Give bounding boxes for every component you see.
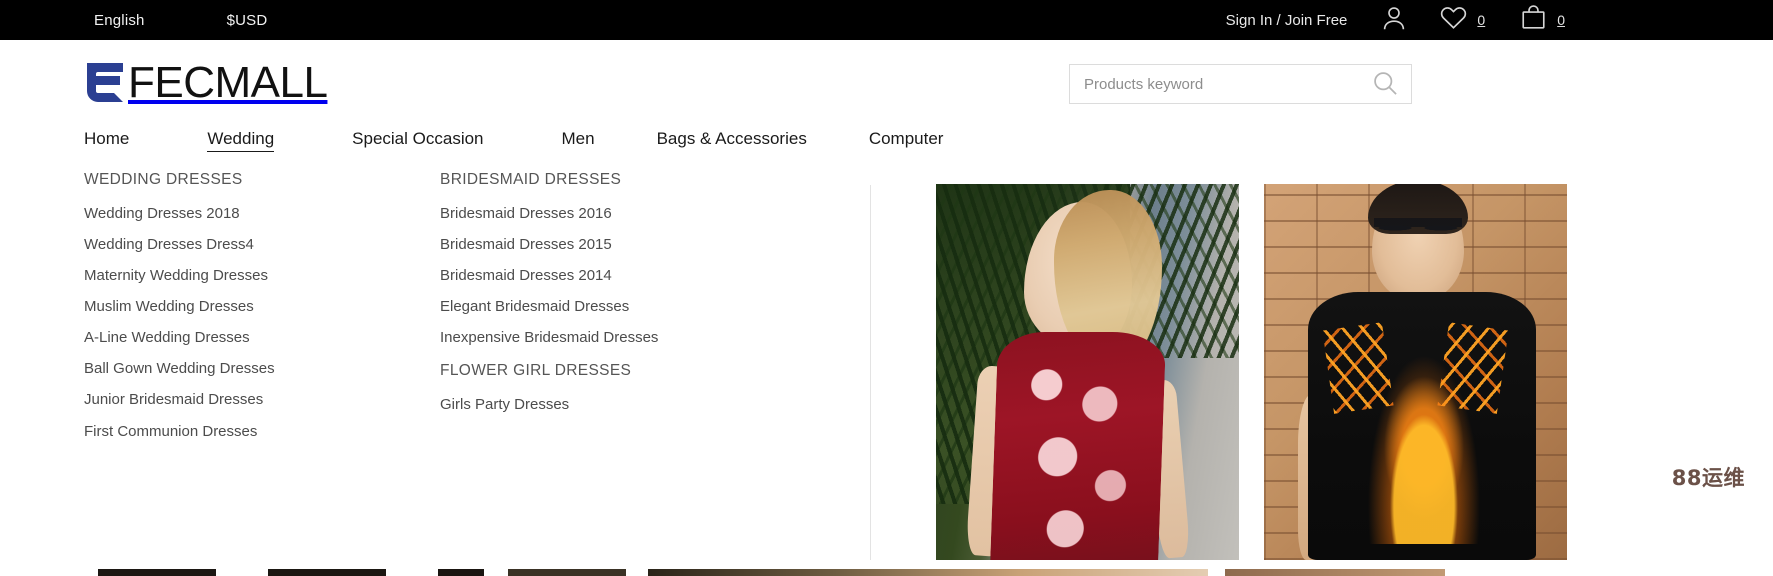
- category-heading-flower-girl-dresses: FLOWER GIRL DRESSES: [440, 362, 632, 379]
- banner-edge: [1225, 569, 1445, 576]
- banner-edge: [648, 569, 1208, 576]
- mega-link-junior-bridesmaid-dresses[interactable]: Junior Bridesmaid Dresses: [84, 391, 414, 408]
- shopping-bag-icon: [1519, 3, 1548, 37]
- topbar-right-group: Sign In / Join Free 0 0: [1226, 0, 1773, 40]
- nav-item-wedding[interactable]: Wedding: [207, 129, 275, 152]
- nav-item-men[interactable]: Men: [562, 129, 595, 151]
- nav-item-home[interactable]: Home: [84, 129, 129, 151]
- thumbnail-edge: [268, 569, 386, 576]
- mega-link-first-communion-dresses[interactable]: First Communion Dresses: [84, 423, 414, 440]
- mega-menu-promo-images: [936, 184, 1567, 560]
- mega-link-bridesmaid-dresses-2014[interactable]: Bridesmaid Dresses 2014: [440, 267, 770, 284]
- mega-menu-column-bridesmaid-dresses: BRIDESMAID DRESSES Bridesmaid Dresses 20…: [440, 171, 770, 413]
- mega-link-maternity-wedding-dresses[interactable]: Maternity Wedding Dresses: [84, 267, 414, 284]
- heart-icon: [1439, 3, 1468, 37]
- wishlist-button[interactable]: 0: [1439, 3, 1485, 37]
- thumbnail-edge: [438, 569, 484, 576]
- top-utility-bar: English $USD Sign In / Join Free 0 0: [0, 0, 1773, 40]
- mega-link-girls-party-dresses[interactable]: Girls Party Dresses: [440, 396, 770, 413]
- nav-item-bags-accessories[interactable]: Bags & Accessories: [657, 129, 807, 151]
- promo-image-tshirt[interactable]: [1264, 184, 1567, 560]
- main-navigation: Home Wedding Special Occasion Men Bags &…: [0, 120, 1773, 160]
- thumbnail-edge: [508, 569, 626, 576]
- mega-link-bridesmaid-dresses-2015[interactable]: Bridesmaid Dresses 2015: [440, 236, 770, 253]
- nav-item-computer[interactable]: Computer: [869, 129, 944, 151]
- site-header: FECMALL: [0, 40, 1773, 118]
- mega-link-bridesmaid-dresses-2016[interactable]: Bridesmaid Dresses 2016: [440, 205, 770, 222]
- sign-in-join-free-link[interactable]: Sign In / Join Free: [1226, 12, 1348, 29]
- watermark: 88运维: [1671, 466, 1745, 490]
- tshirt-photo: [1264, 184, 1567, 560]
- wishlist-count: 0: [1477, 12, 1486, 28]
- topbar-left-group: English $USD: [0, 0, 267, 40]
- main-navigation-list: Home Wedding Special Occasion Men Bags &…: [84, 120, 943, 160]
- cart-button[interactable]: 0: [1519, 3, 1565, 37]
- fecmall-mark-icon: [84, 58, 126, 107]
- topbar-icon-group: 0 0: [1379, 3, 1773, 38]
- search-input[interactable]: [1070, 65, 1359, 103]
- site-logo[interactable]: FECMALL: [84, 57, 328, 107]
- mega-link-wedding-dresses-dress4[interactable]: Wedding Dresses Dress4: [84, 236, 414, 253]
- search-submit-button[interactable]: [1359, 65, 1411, 103]
- language-selector[interactable]: English: [94, 12, 145, 29]
- mega-link-ball-gown-wedding-dresses[interactable]: Ball Gown Wedding Dresses: [84, 360, 414, 377]
- mega-link-a-line-wedding-dresses[interactable]: A-Line Wedding Dresses: [84, 329, 414, 346]
- mega-link-wedding-dresses-2018[interactable]: Wedding Dresses 2018: [84, 205, 414, 222]
- promo-image-dress[interactable]: [936, 184, 1239, 560]
- category-heading-bridesmaid-dresses: BRIDESMAID DRESSES: [440, 171, 622, 188]
- thumbnail-edge: [98, 569, 216, 576]
- cart-count: 0: [1557, 12, 1565, 28]
- mega-menu-vertical-divider: [870, 185, 871, 560]
- category-heading-wedding-dresses: WEDDING DRESSES: [84, 171, 243, 188]
- mega-link-elegant-bridesmaid-dresses[interactable]: Elegant Bridesmaid Dresses: [440, 298, 770, 315]
- user-icon: [1379, 3, 1409, 38]
- mega-link-inexpensive-bridesmaid-dresses[interactable]: Inexpensive Bridesmaid Dresses: [440, 329, 770, 346]
- nav-item-special-occasion[interactable]: Special Occasion: [352, 129, 483, 151]
- search-box: [1069, 64, 1412, 104]
- dress-photo: [936, 184, 1239, 560]
- mega-link-muslim-wedding-dresses[interactable]: Muslim Wedding Dresses: [84, 298, 414, 315]
- mega-menu-column-wedding-dresses: WEDDING DRESSES Wedding Dresses 2018 Wed…: [84, 171, 414, 440]
- account-button[interactable]: [1379, 3, 1409, 38]
- page-content-below-fold: [0, 566, 1773, 576]
- currency-selector[interactable]: $USD: [227, 12, 268, 29]
- site-logo-text: FECMALL: [128, 57, 328, 107]
- search-icon: [1371, 69, 1399, 100]
